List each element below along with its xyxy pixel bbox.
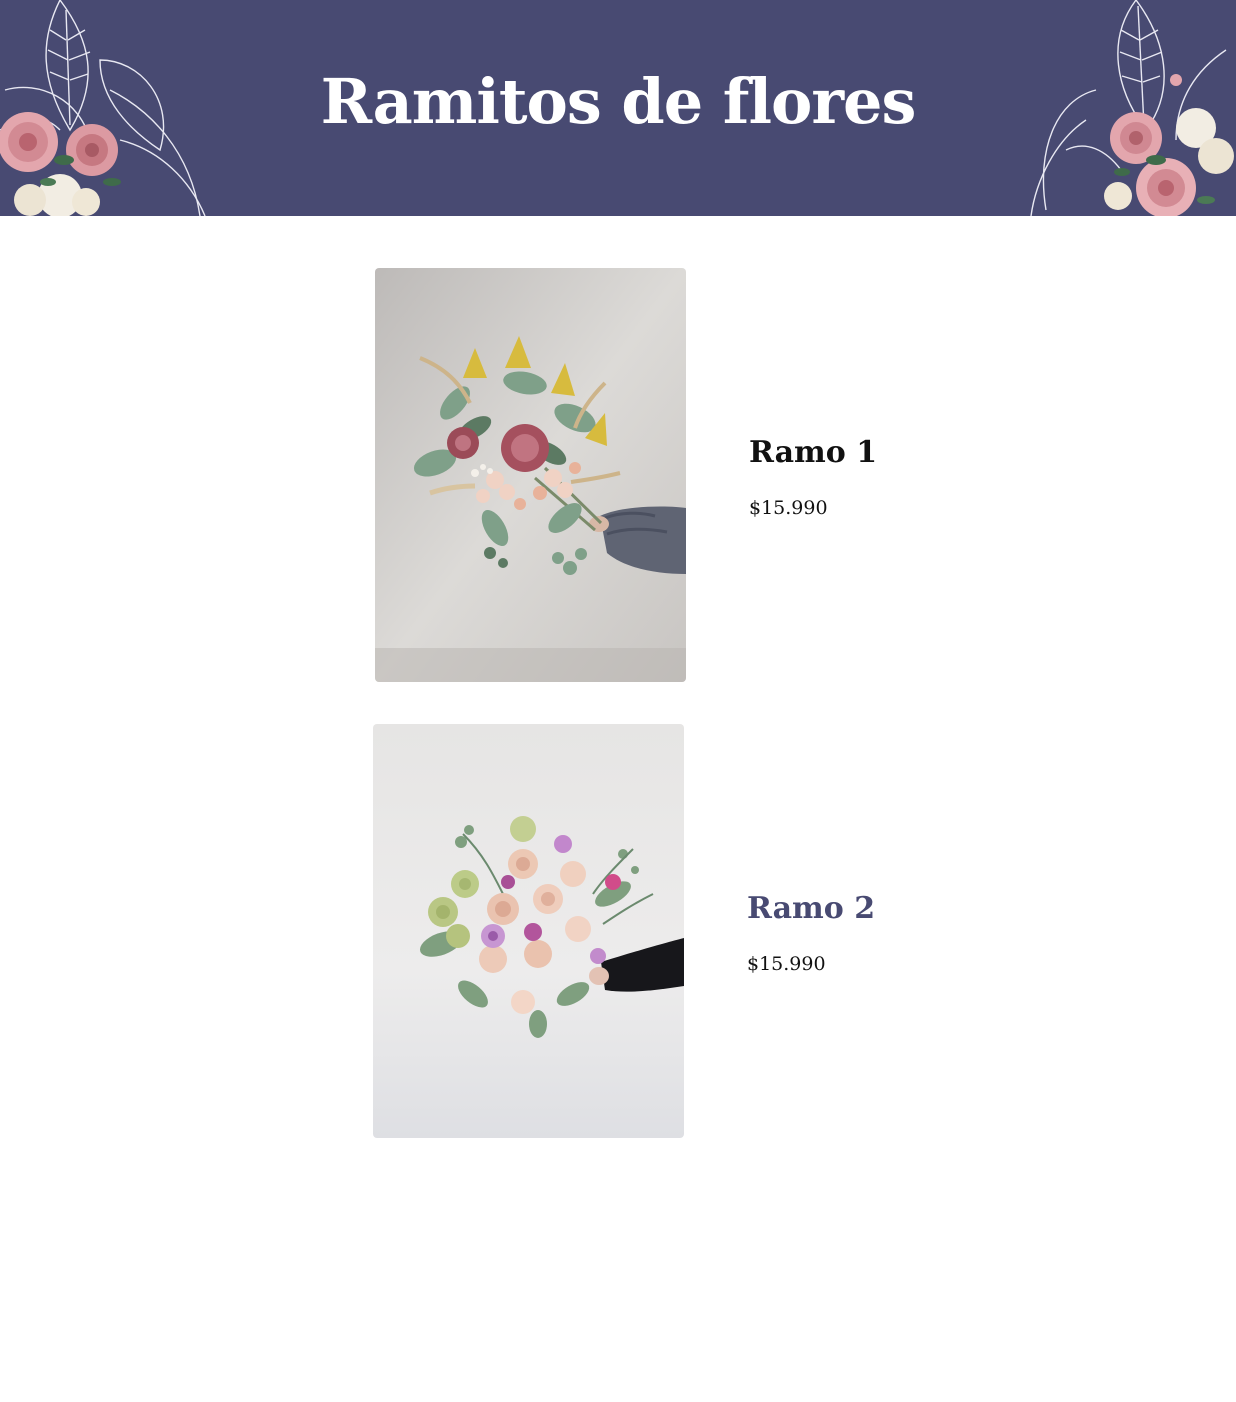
product-card[interactable]: Ramo 2 $15.990 — [373, 724, 933, 1138]
product-price: $15.990 — [749, 497, 828, 519]
product-image[interactable] — [373, 724, 684, 1138]
product-card[interactable]: Ramo 1 $15.990 — [375, 268, 935, 682]
product-name[interactable]: Ramo 2 — [747, 890, 875, 928]
product-price: $15.990 — [747, 953, 826, 975]
product-image[interactable] — [375, 268, 686, 682]
page-header: Ramitos de flores — [0, 0, 1236, 216]
page-title: Ramitos de flores — [320, 65, 917, 138]
product-name[interactable]: Ramo 1 — [749, 434, 877, 472]
bouquet-photo-icon — [375, 268, 686, 682]
bouquet-photo-icon — [373, 724, 684, 1138]
